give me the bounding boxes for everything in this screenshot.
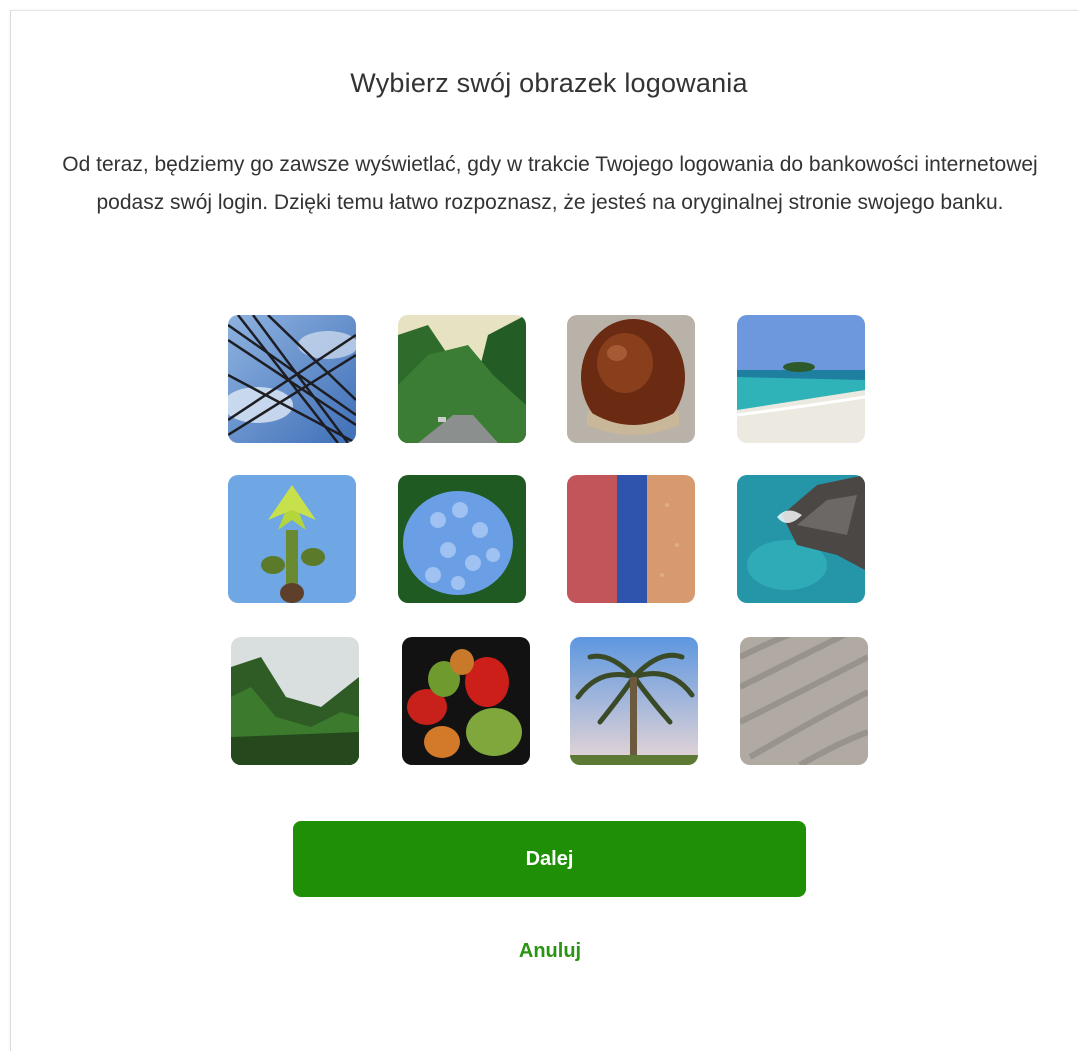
chestnut-image	[567, 315, 695, 443]
beach-island-image	[737, 315, 865, 443]
image-option-vegetables[interactable]	[402, 637, 530, 765]
next-button[interactable]: Dalej	[293, 821, 806, 897]
image-option-chestnut[interactable]	[567, 315, 695, 443]
image-option-hydrangea[interactable]	[398, 475, 526, 603]
colored-wall-image	[567, 475, 695, 603]
power-lines-image	[228, 315, 356, 443]
image-option-green-sprout[interactable]	[228, 475, 356, 603]
image-option-beach-island[interactable]	[737, 315, 865, 443]
image-option-power-lines[interactable]	[228, 315, 356, 443]
image-option-colored-wall[interactable]	[567, 475, 695, 603]
sand-ripples-image	[740, 637, 868, 765]
dialog-title: Wybierz swój obrazek logowania	[350, 68, 748, 98]
image-option-forest-road[interactable]	[398, 315, 526, 443]
palm-tree-image	[570, 637, 698, 765]
rocky-coast-image	[737, 475, 865, 603]
forest-road-image	[398, 315, 526, 443]
green-sprout-image	[228, 475, 356, 603]
image-option-sand-ripples[interactable]	[740, 637, 868, 765]
image-option-misty-forest[interactable]	[231, 637, 359, 765]
cancel-link[interactable]: Anuluj	[450, 940, 650, 963]
vegetables-image	[402, 637, 530, 765]
hydrangea-image	[398, 475, 526, 603]
dialog-description: Od teraz, będziemy go zawsze wyświetlać,…	[62, 153, 1038, 214]
misty-forest-image	[231, 637, 359, 765]
image-option-rocky-coast[interactable]	[737, 475, 865, 603]
image-option-palm-tree[interactable]	[570, 637, 698, 765]
